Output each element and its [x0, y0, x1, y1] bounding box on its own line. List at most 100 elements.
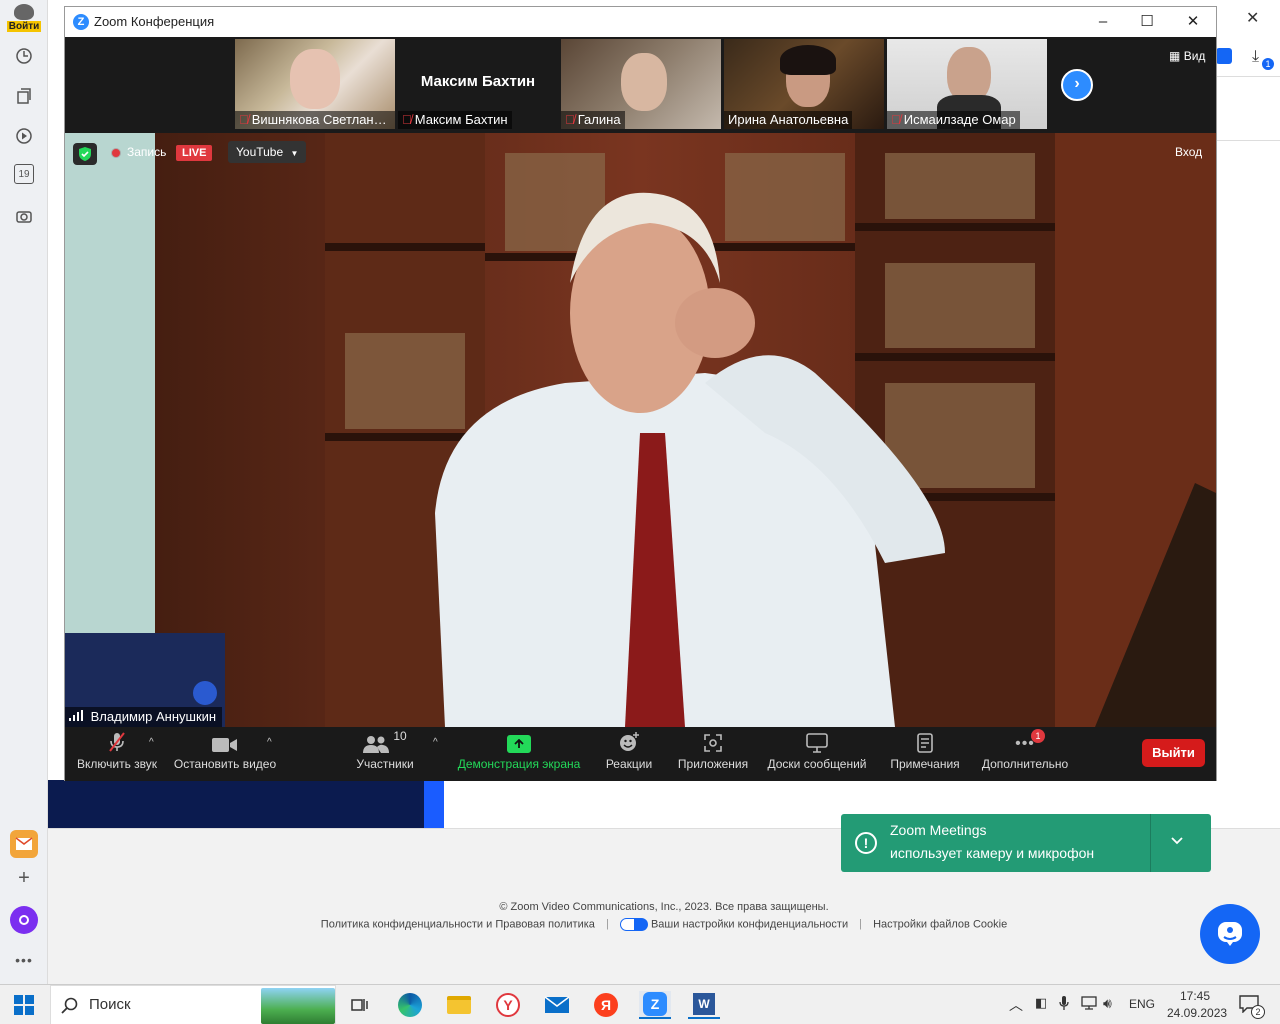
privacy-link[interactable]: Политика конфиденциальности и Правовая п…	[321, 918, 595, 930]
participants-button[interactable]: 10 Участники	[349, 727, 421, 781]
muted-mic-icon	[109, 732, 125, 752]
grid-icon: ▦	[1169, 49, 1181, 63]
stop-video-button[interactable]: Остановить видео	[171, 727, 279, 781]
gallery-next-button[interactable]: ›	[1061, 69, 1093, 101]
notes-button[interactable]: Примечания	[885, 727, 965, 781]
maximize-button[interactable]: ☐	[1133, 11, 1161, 33]
clock-time[interactable]: 17:45	[1180, 989, 1210, 1003]
participant-tile[interactable]: Максим Бахтин 🎙̸ Максим Бахтин	[398, 39, 558, 129]
camera-mic-notification[interactable]: ! Zoom Meetings использует камеру и микр…	[841, 814, 1211, 872]
support-chat-button[interactable]	[1200, 904, 1260, 964]
participant-name: 🎙̸ Галина	[561, 111, 625, 129]
participants-options-caret[interactable]: ^	[433, 737, 438, 748]
zoom-titlebar: Z Zoom Конференция – ☐ ✕	[65, 7, 1216, 37]
history-icon[interactable]	[12, 44, 36, 68]
language-indicator[interactable]: ENG	[1129, 997, 1155, 1011]
muted-mic-icon: 🎙̸	[402, 112, 412, 127]
search-highlight-image	[261, 988, 335, 1024]
add-icon[interactable]: +	[12, 866, 36, 890]
participant-placeholder-name: Максим Бахтин	[420, 73, 536, 90]
participant-face	[621, 53, 667, 111]
privacy-choices-link[interactable]: Ваши настройки конфиденциальности	[651, 918, 848, 930]
leave-meeting-button[interactable]: Выйти	[1142, 739, 1205, 767]
participant-tile[interactable]: 🎙̸ Исмаилзаде Омар	[887, 39, 1047, 129]
taskbar-search-box[interactable]: Поиск	[50, 985, 336, 1024]
yandex-browser-icon[interactable]: Y	[492, 991, 524, 1019]
chevron-up-icon[interactable]: ︿	[1009, 995, 1023, 1015]
video-options-caret[interactable]: ^	[267, 737, 272, 748]
login-button[interactable]: Войти	[6, 4, 42, 34]
youtube-stream-dropdown[interactable]: YouTube ▼	[228, 141, 307, 163]
microphone-icon[interactable]	[1059, 995, 1069, 1014]
task-view-icon[interactable]	[344, 991, 376, 1019]
muted-mic-icon: 🎙̸	[565, 112, 575, 127]
apps-button[interactable]: Приложения	[673, 727, 753, 781]
download-icon[interactable]: ⤓	[1252, 48, 1259, 66]
caret-down-icon: ▼	[290, 149, 299, 158]
footer-links: Политика конфиденциальности и Правовая п…	[48, 918, 1280, 931]
smiley-icon	[620, 732, 639, 751]
recording-label: Запись	[127, 145, 167, 159]
camera-icon[interactable]	[12, 204, 36, 228]
footer-copyright: © Zoom Video Communications, Inc., 2023.…	[499, 901, 829, 913]
sign-in-link[interactable]: Вход	[1175, 145, 1202, 159]
close-button[interactable]: ✕	[1179, 11, 1207, 33]
active-speaker-label: Владимир Аннушкин	[65, 707, 223, 727]
divider	[1216, 140, 1280, 141]
browser-close-icon[interactable]: ✕	[1246, 8, 1259, 28]
login-label: Войти	[6, 21, 42, 32]
cookie-settings-link[interactable]: Настройки файлов Cookie	[873, 918, 1007, 930]
unmute-button[interactable]: Включить звук	[73, 727, 161, 781]
start-button[interactable]	[14, 995, 34, 1018]
extension-icon[interactable]	[1216, 48, 1232, 64]
clock-date[interactable]: 24.09.2023	[1167, 1006, 1227, 1020]
recording-icon	[111, 148, 121, 158]
chevron-down-icon[interactable]	[1171, 832, 1183, 848]
more-button[interactable]: ••• 1 Дополнительно	[977, 727, 1073, 781]
mail-app-icon[interactable]	[10, 830, 38, 858]
collections-icon[interactable]	[12, 84, 36, 108]
security-shield-icon[interactable]	[73, 143, 97, 165]
participant-tile[interactable]: 🎙̸ Вишнякова Светлана...	[235, 39, 395, 129]
zoom-logo-icon: Z	[73, 14, 89, 30]
minimize-button[interactable]: –	[1089, 11, 1117, 33]
zoom-meeting-window: Z Zoom Конференция – ☐ ✕ 🎙̸ Вишнякова Све…	[64, 6, 1217, 781]
notes-icon	[917, 733, 933, 753]
apps-icon	[704, 734, 722, 752]
participant-name: 🎙̸ Максим Бахтин	[398, 111, 512, 129]
more-icon[interactable]: •••	[12, 948, 36, 972]
whiteboards-button[interactable]: Доски сообщений	[763, 727, 871, 781]
network-icon[interactable]	[1081, 996, 1097, 1013]
share-screen-button[interactable]: Демонстрация экрана	[455, 727, 583, 781]
reactions-button[interactable]: Реакции	[597, 727, 661, 781]
calendar-icon[interactable]: 19	[14, 164, 34, 184]
participant-tile[interactable]: 🎙̸ Галина	[561, 39, 721, 129]
participant-name: 🎙̸ Исмаилзаде Омар	[887, 111, 1020, 129]
yandex-icon[interactable]: Я	[590, 991, 622, 1019]
view-button[interactable]: ▦ Вид	[1169, 49, 1205, 63]
page-banner-accent	[424, 780, 444, 828]
alice-assistant-icon[interactable]	[10, 906, 38, 934]
user-avatar-icon	[14, 4, 34, 20]
zoom-taskbar-icon[interactable]: Z	[639, 991, 671, 1019]
participant-gallery-strip: 🎙̸ Вишнякова Светлана... Максим Бахтин 🎙̸…	[65, 37, 1216, 133]
speaker-video-frame	[65, 133, 1216, 727]
volume-icon[interactable]: 🔊︎	[1103, 995, 1112, 1012]
audio-options-caret[interactable]: ^	[149, 737, 154, 748]
privacy-choices-icon[interactable]	[619, 918, 648, 931]
participant-tile[interactable]: Ирина Анатольевна	[724, 39, 884, 129]
alert-icon: !	[855, 832, 877, 854]
notifications-badge: 2	[1251, 1005, 1265, 1019]
word-icon[interactable]: W	[688, 991, 720, 1019]
mail-icon[interactable]	[541, 991, 573, 1019]
camera-in-use-icon[interactable]: ◧	[1035, 995, 1047, 1011]
edge-browser-icon[interactable]	[394, 991, 426, 1019]
participants-count: 10	[393, 729, 407, 743]
file-explorer-icon[interactable]	[443, 991, 475, 1019]
participant-name: Ирина Анатольевна	[724, 111, 853, 129]
windows-logo-icon	[14, 995, 34, 1015]
search-icon	[61, 997, 78, 1014]
browser-sidebar: Войти 19 + •••	[0, 0, 48, 984]
video-play-icon[interactable]	[12, 124, 36, 148]
separator: |	[605, 918, 609, 931]
